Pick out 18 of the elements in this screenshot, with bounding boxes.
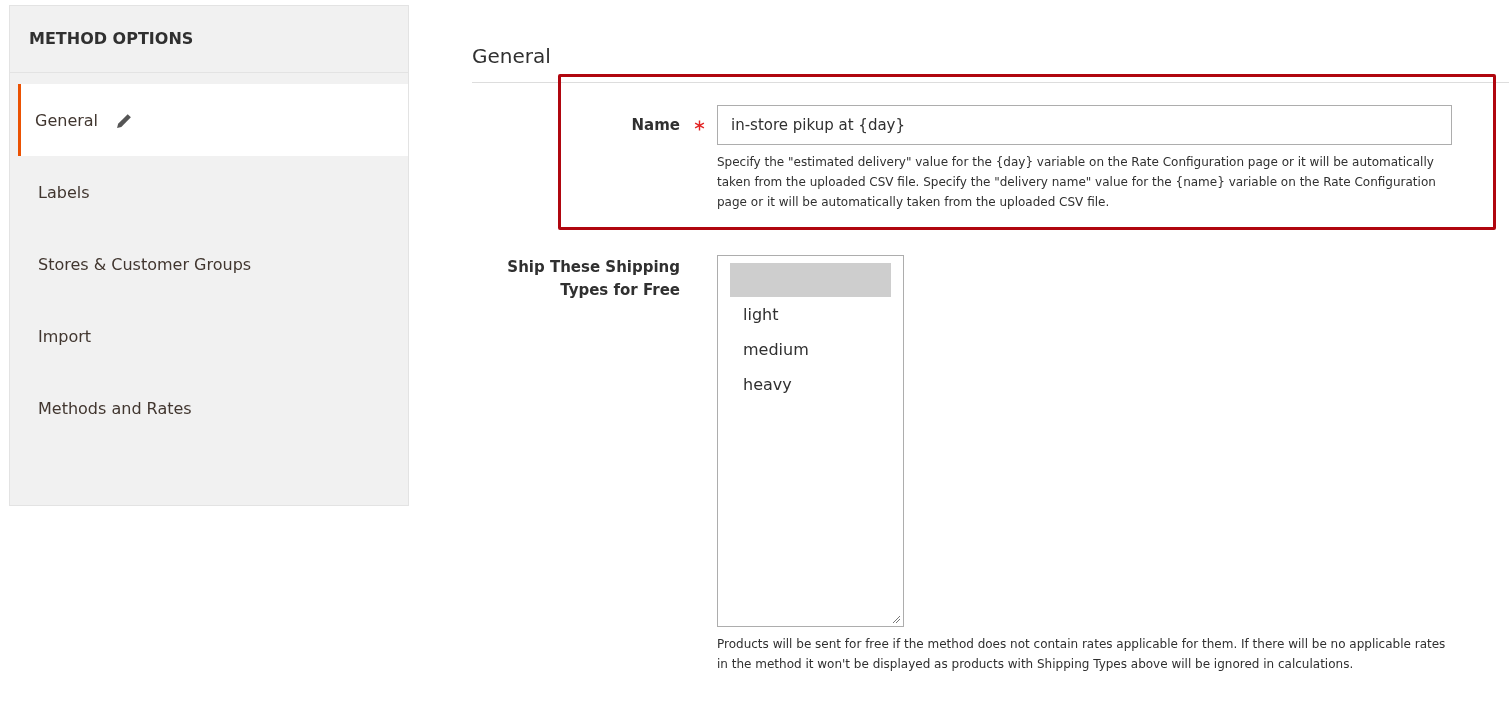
sidebar-item[interactable]: Methods and Rates — [18, 372, 408, 444]
field-label: Name — [631, 115, 680, 135]
sidebar-item[interactable]: General — [18, 84, 408, 156]
multiselect-list[interactable]: light medium heavy — [717, 255, 904, 627]
sidebar-title: METHOD OPTIONS — [10, 6, 408, 73]
list-option[interactable]: light — [730, 297, 891, 332]
field-note: Products will be sent for free if the method does not contain rates applicable for them. If there will be no applicable rates in the method it won't be displayed as products with Shipping Types above will be ignored in calculations. — [717, 636, 1447, 673]
sidebar-item[interactable]: Stores & Customer Groups — [18, 228, 408, 300]
sidebar-item[interactable]: Import — [18, 300, 408, 372]
name-input-field[interactable]: in-store pikup at {day} — [717, 105, 1452, 145]
blank-option[interactable] — [730, 263, 891, 297]
resize-grip-icon — [891, 614, 901, 624]
list-option[interactable]: medium — [730, 332, 891, 367]
list-option[interactable]: heavy — [730, 367, 891, 402]
section-title: General — [472, 0, 1509, 83]
field-note: Specify the "estimated delivery" value for the {day} variable on the Rate Configuration page or it will be automatically taken from the uploaded CSV file. Specify the "delivery name" value for the {name} variable on the Rate Configuration page or it will be automatically taken from the uploaded CSV file. — [717, 154, 1437, 211]
field-label: Ship These Shipping Types for Free — [506, 257, 680, 301]
sidebar-item[interactable]: Labels — [18, 156, 408, 228]
